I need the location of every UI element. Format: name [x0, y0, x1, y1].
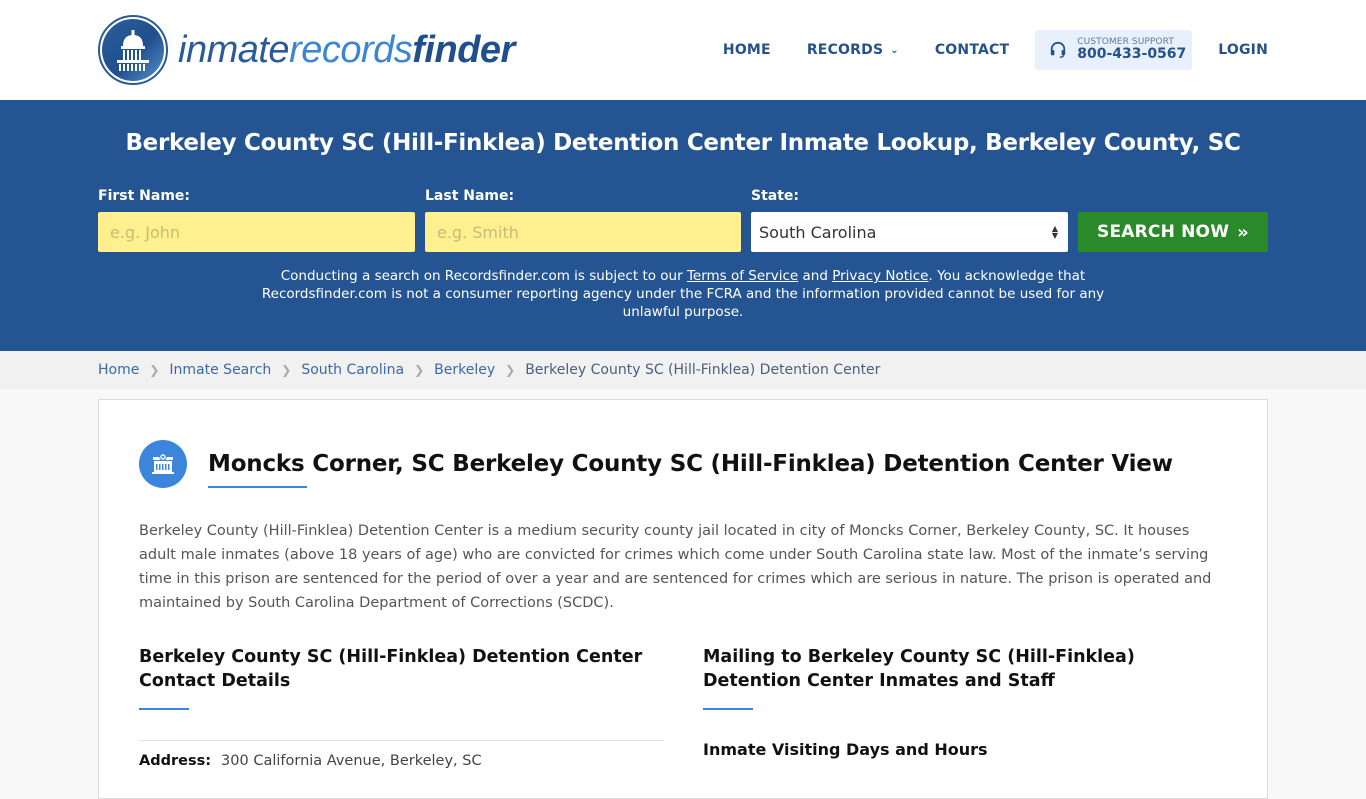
chevron-right-icon: ❯ [505, 363, 516, 377]
headset-icon [1051, 41, 1066, 58]
support-phone[interactable]: 800-433-0567 [1077, 47, 1186, 62]
terms-of-service-link[interactable]: Terms of Service [687, 268, 798, 284]
logo-part-inmate: inmate [178, 29, 290, 71]
nav-records-label: RECORDS [806, 42, 884, 58]
page-title: Berkeley County SC (Hill-Finklea) Detent… [125, 130, 1241, 156]
main-nav: HOME RECORDS ⌄ CONTACT CUSTOMER SUPPORT … [723, 30, 1268, 70]
address-label: Address: [139, 753, 212, 769]
state-field-group: State: South Carolina ▲ ▼ [751, 188, 1068, 252]
breadcrumb-state[interactable]: South Carolina [301, 362, 404, 378]
state-select[interactable]: South Carolina ▲ ▼ [751, 212, 1068, 252]
nav-records[interactable]: RECORDS ⌄ [807, 42, 899, 58]
breadcrumb-home[interactable]: Home [98, 362, 139, 378]
last-name-label: Last Name: [425, 188, 515, 204]
last-name-field-group: Last Name: [425, 188, 741, 252]
chevron-down-icon: ⌄ [890, 44, 899, 56]
double-chevron-right-icon: » [1237, 221, 1249, 243]
address-value: 300 California Avenue, Berkeley, SC [221, 753, 482, 769]
capitol-logo-icon [98, 15, 168, 85]
facility-header: Moncks Corner, SC Berkeley County SC (Hi… [139, 440, 1173, 488]
logo-part-records: records [289, 29, 413, 71]
mailing-heading: Mailing to Berkeley County SC (Hill-Fink… [703, 647, 1135, 691]
nav-home[interactable]: HOME [723, 42, 771, 58]
breadcrumb-current: Berkeley County SC (Hill-Finklea) Detent… [525, 362, 881, 378]
customer-support-box[interactable]: CUSTOMER SUPPORT 800-433-0567 [1035, 30, 1193, 70]
jail-building-icon [139, 440, 187, 488]
nav-contact[interactable]: CONTACT [935, 42, 1009, 58]
state-label: State: [751, 188, 800, 204]
last-name-input[interactable] [425, 212, 741, 252]
search-now-label: SEARCH NOW [1097, 222, 1230, 242]
chevron-right-icon: ❯ [149, 363, 160, 377]
search-hero: Berkeley County SC (Hill-Finklea) Detent… [0, 100, 1366, 351]
legal-disclaimer: Conducting a search on Recordsfinder.com… [250, 267, 1116, 321]
logo-wordmark: inmaterecordsfinder [178, 31, 515, 69]
title-underline [208, 486, 307, 488]
first-name-label: First Name: [98, 188, 191, 204]
breadcrumb-inmate-search[interactable]: Inmate Search [169, 362, 271, 378]
divider [139, 740, 664, 741]
search-now-button[interactable]: SEARCH NOW » [1078, 212, 1268, 252]
nav-login[interactable]: LOGIN [1218, 42, 1268, 58]
facility-description: Berkeley County (Hill-Finklea) Detention… [139, 523, 1212, 611]
state-select-value: South Carolina [759, 222, 877, 242]
select-updown-icon: ▲ ▼ [1051, 223, 1058, 240]
site-header: inmaterecordsfinder HOME RECORDS ⌄ CONTA… [0, 0, 1366, 100]
breadcrumb: Home ❯ Inmate Search ❯ South Carolina ❯ … [0, 351, 1366, 389]
facility-title: Moncks Corner, SC Berkeley County SC (Hi… [208, 451, 1173, 477]
search-form: First Name: Last Name: State: South Caro… [98, 188, 1268, 252]
first-name-field-group: First Name: [98, 188, 415, 252]
section-underline [703, 708, 753, 710]
contact-details-heading: Berkeley County SC (Hill-Finklea) Detent… [139, 647, 643, 691]
chevron-right-icon: ❯ [414, 363, 425, 377]
logo-part-finder: finder [412, 29, 515, 71]
section-underline [139, 708, 189, 710]
disclaimer-text-2: and [798, 268, 833, 284]
disclaimer-text-1: Conducting a search on Recordsfinder.com… [280, 268, 687, 284]
breadcrumb-county[interactable]: Berkeley [434, 362, 495, 378]
chevron-right-icon: ❯ [281, 363, 292, 377]
mailing-section: Mailing to Berkeley County SC (Hill-Fink… [703, 645, 1228, 759]
facility-card: Moncks Corner, SC Berkeley County SC (Hi… [98, 399, 1268, 799]
visiting-hours-heading: Inmate Visiting Days and Hours [703, 740, 988, 759]
address-row: Address: 300 California Avenue, Berkeley,… [139, 753, 664, 769]
contact-details-section: Berkeley County SC (Hill-Finklea) Detent… [139, 645, 664, 769]
privacy-notice-link[interactable]: Privacy Notice [832, 268, 928, 284]
site-logo[interactable]: inmaterecordsfinder [98, 15, 515, 85]
first-name-input[interactable] [98, 212, 415, 252]
